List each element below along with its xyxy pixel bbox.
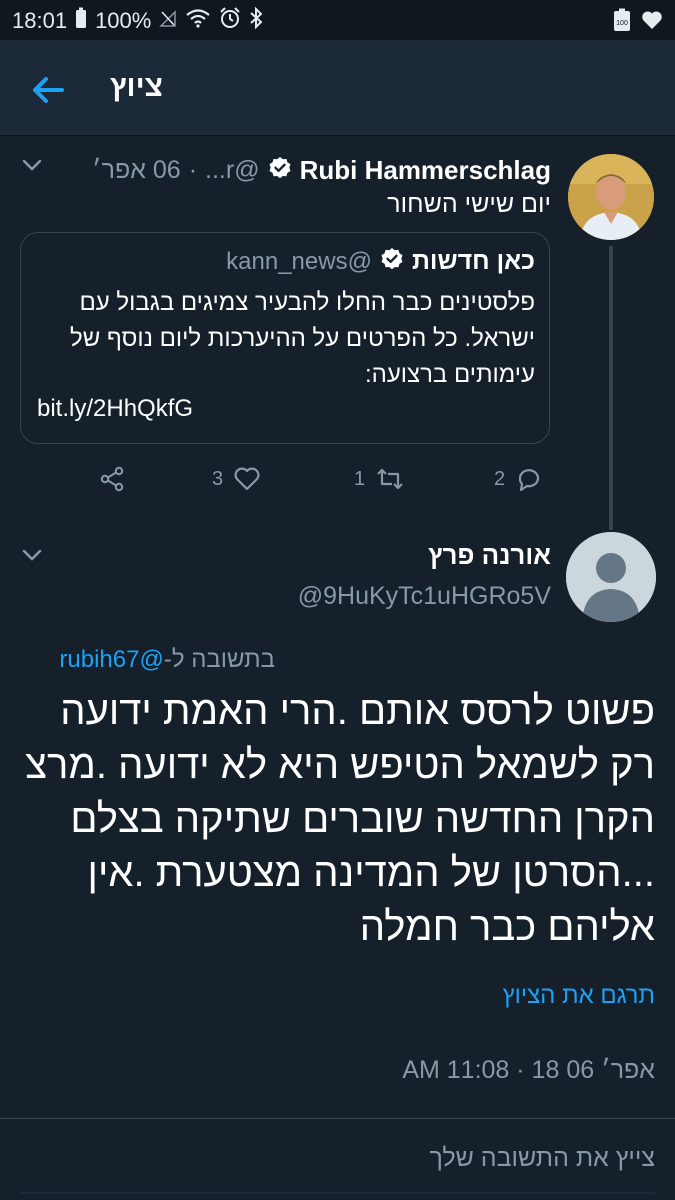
like-icon — [234, 467, 260, 491]
verified-icon — [380, 247, 404, 276]
tweet2-body: פשוט לרסס אותם .הרי האמת ידועה רק לשמאל … — [25, 689, 655, 949]
retweet-count: 1 — [354, 467, 366, 490]
notification-battery-icon: 100 — [613, 8, 631, 37]
top-app-bar: ציוץ — [0, 40, 675, 136]
battery-icon — [75, 7, 87, 35]
tweet1-header: Rubi Hammerschlag @r... · 06 אפר׳ — [21, 153, 551, 187]
quoted-tweet-header: כאן חדשות @kann_news — [226, 247, 535, 276]
reply-count: 2 — [494, 467, 506, 490]
tweet1-author-name[interactable]: Rubi Hammerschlag — [300, 155, 551, 186]
alarm-icon — [219, 7, 241, 35]
status-bar-left: 18:01 100% — [12, 6, 263, 35]
like-action[interactable]: 3 — [212, 462, 261, 496]
default-avatar-icon — [566, 532, 656, 622]
person-photo-icon — [568, 154, 654, 240]
share-icon — [100, 466, 124, 492]
quoted-tweet-link[interactable]: bit.ly/2HhQkfG — [37, 395, 193, 423]
status-time: 18:01 — [12, 8, 68, 33]
tweet1-avatar[interactable] — [568, 154, 654, 240]
tweet2-timestamp: אפר׳ 06 18 · 11:08 AM — [402, 1056, 655, 1084]
quoted-author-name: כאן חדשות — [411, 247, 535, 275]
retweet-action[interactable]: 1 — [354, 462, 405, 496]
tweet1-text: יום שישי השחור — [387, 190, 551, 218]
chevron-down-icon — [22, 159, 42, 171]
back-button[interactable] — [26, 68, 70, 112]
reply-input[interactable] — [55, 1128, 655, 1188]
quoted-tweet-text: פלסטינים כבר החלו להבעיר צמיגים בגבול עם… — [70, 289, 535, 388]
battery-percent: 100% — [95, 8, 152, 33]
replying-to: בתשובה ל-@rubih67 — [59, 646, 275, 674]
heart-notification-icon — [641, 10, 663, 35]
share-action[interactable] — [98, 462, 126, 496]
reply-action[interactable]: 2 — [494, 462, 543, 496]
thread-connector-line — [609, 246, 613, 530]
tweet1-separator: · — [188, 155, 198, 184]
tweet1-handle: @r... — [205, 155, 260, 184]
wifi-icon — [185, 8, 211, 34]
notification-battery-badge: 100 — [616, 20, 628, 27]
back-arrow-icon — [33, 77, 64, 103]
like-count: 3 — [212, 467, 224, 490]
status-bar-right: 100 — [613, 8, 663, 37]
replying-to-mention[interactable]: @rubih67 — [59, 646, 163, 673]
chevron-down-icon — [22, 549, 42, 561]
quoted-tweet-card[interactable]: כאן חדשות @kann_news פלסטינים כבר החלו ל… — [20, 232, 550, 444]
no-signal-icon — [159, 8, 177, 34]
tweet1-menu-button[interactable] — [20, 157, 44, 173]
tweet2-handle: @9HuKyTc1uHGRo5V — [297, 582, 551, 610]
reply-icon — [519, 469, 540, 492]
retweet-icon — [377, 468, 403, 490]
page-title: ציוץ — [110, 70, 163, 103]
quoted-handle: @kann_news — [226, 247, 372, 275]
status-bar: 18:01 100% 100 — [0, 0, 675, 40]
tweet1-date: 06 אפר׳ — [92, 155, 181, 184]
tweet2-menu-button[interactable] — [20, 547, 44, 563]
tweet2-avatar[interactable] — [566, 532, 656, 622]
translate-tweet-link[interactable]: תרגם את הציוץ — [503, 982, 655, 1010]
replying-to-label: בתשובה ל- — [163, 646, 275, 673]
verified-icon — [268, 156, 292, 185]
tweet2-author-name[interactable]: אורנה פרץ — [428, 540, 551, 571]
reply-input-underline — [20, 1192, 655, 1194]
bluetooth-icon — [249, 6, 263, 35]
